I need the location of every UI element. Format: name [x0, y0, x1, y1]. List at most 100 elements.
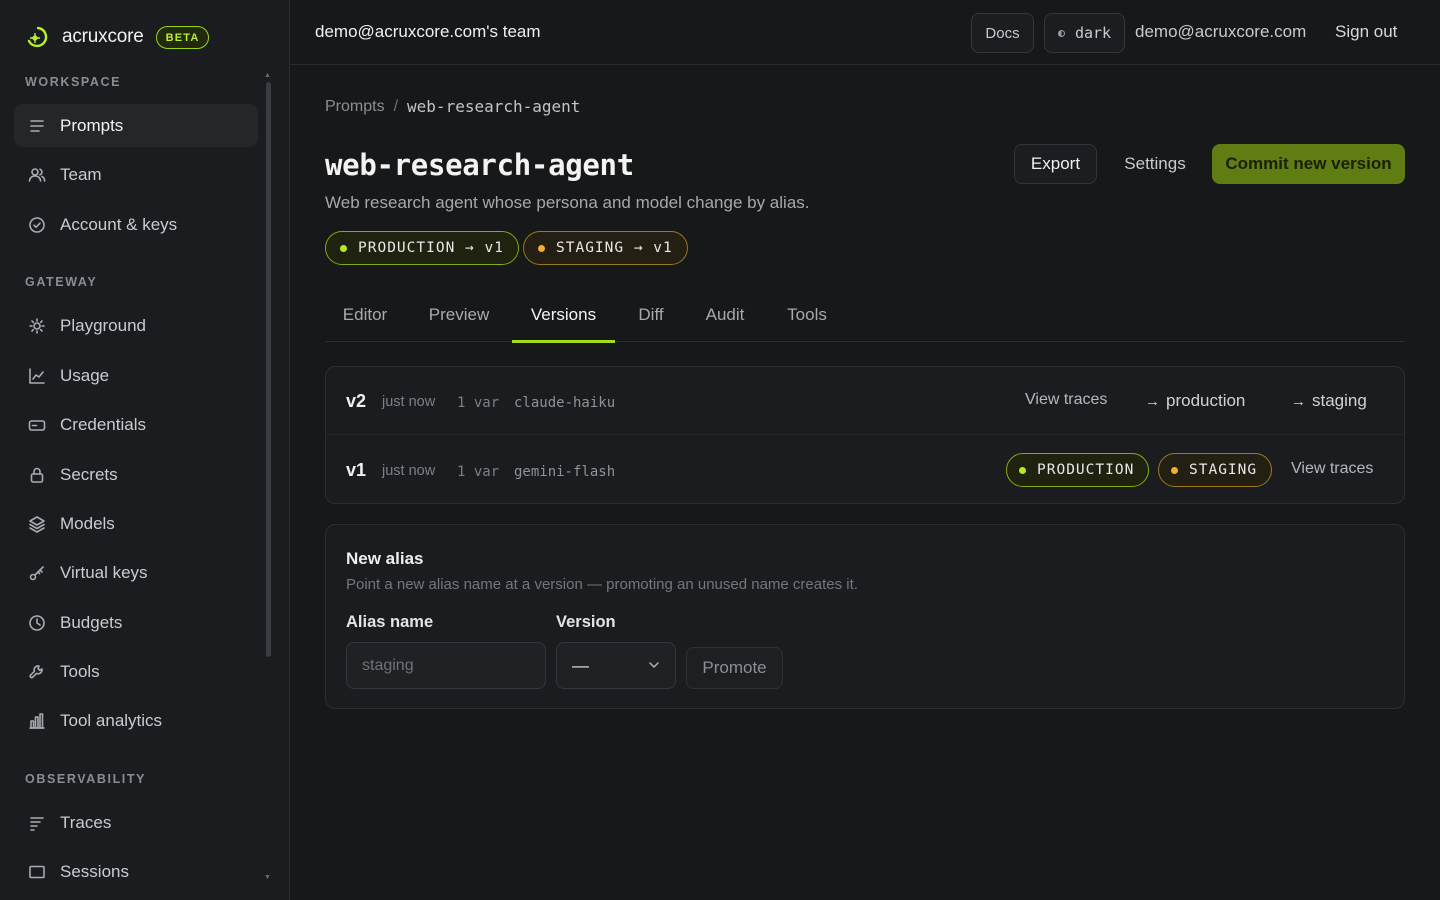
scroll-down-icon[interactable]: ▼ — [264, 874, 271, 881]
status-dot — [1171, 466, 1178, 474]
sun-icon — [28, 317, 46, 335]
sidebar-item-label: Usage — [60, 365, 110, 385]
tab-audit[interactable]: Audit — [694, 288, 756, 342]
sidebar-item-playground[interactable]: Playground — [14, 304, 258, 347]
sidebar: acruxcore BETA WORKSPACE Prompts Team Ac… — [0, 0, 290, 900]
tab-versions[interactable]: Versions — [512, 288, 615, 343]
sidebar-item-traces[interactable]: Traces — [14, 801, 258, 844]
settings-button[interactable]: Settings — [1110, 144, 1200, 184]
alias-staging-pill: STAGING → v1 — [523, 231, 688, 265]
card-icon — [28, 416, 46, 434]
staging-badge: STAGING — [1158, 453, 1273, 487]
version-vars: 1 var — [457, 395, 500, 411]
theme-icon — [1057, 29, 1065, 37]
promote-production-button[interactable]: → production — [1145, 391, 1245, 411]
new-alias-card: New alias Point a new alias name at a ve… — [325, 524, 1405, 709]
version-model: gemini-flash — [514, 464, 616, 480]
check-circle-icon — [28, 216, 46, 234]
production-badge-label: PRODUCTION — [1037, 462, 1135, 478]
key-icon — [28, 564, 46, 582]
team-name[interactable]: demo@acruxcore.com's team — [315, 22, 541, 42]
tab-bar: Editor Preview Versions Diff Audit Tools — [325, 288, 1405, 343]
arrow-right-icon: → — [1145, 392, 1160, 410]
chevron-down-icon — [649, 662, 659, 668]
scroll-up-icon[interactable]: ▲ — [264, 72, 271, 79]
export-button[interactable]: Export — [1014, 144, 1097, 184]
breadcrumb-prompts[interactable]: Prompts — [325, 98, 385, 116]
version-vars: 1 var — [457, 464, 500, 480]
page-title: web-research-agent — [325, 148, 634, 182]
tab-diff[interactable]: Diff — [625, 288, 677, 342]
clock-icon — [28, 614, 46, 632]
tab-editor[interactable]: Editor — [325, 288, 405, 342]
version-label: Version — [556, 613, 616, 631]
version-name: v1 — [346, 460, 367, 480]
status-dot — [340, 244, 347, 252]
version-row-v1: v1 just now 1 var gemini-flash PRODUCTIO… — [326, 436, 1404, 504]
sidebar-item-label: Tools — [60, 661, 100, 681]
versions-list: v2 just now 1 var claude-haiku View trac… — [325, 366, 1405, 504]
version-name: v2 — [346, 391, 367, 411]
docs-button[interactable]: Docs — [971, 13, 1034, 53]
version-time: just now — [382, 463, 436, 479]
promote-staging-button[interactable]: → staging — [1291, 391, 1367, 411]
page-description: Web research agent whose persona and mod… — [325, 193, 810, 212]
sidebar-item-label: Secrets — [60, 464, 118, 484]
sidebar-item-sessions[interactable]: Sessions — [14, 850, 258, 893]
alias-staging-label: STAGING → v1 — [556, 240, 673, 256]
sidebar-item-credentials[interactable]: Credentials — [14, 403, 258, 446]
promote-staging-label: staging — [1312, 391, 1367, 410]
sidebar-item-secrets[interactable]: Secrets — [14, 453, 258, 496]
sidebar-item-label: Budgets — [60, 612, 123, 632]
layers-icon — [28, 515, 46, 533]
status-dot — [538, 244, 545, 252]
sidebar-scrollbar[interactable] — [266, 82, 271, 657]
sidebar-item-label: Account & keys — [60, 214, 178, 234]
sidebar-item-team[interactable]: Team — [14, 153, 258, 196]
sidebar-item-budgets[interactable]: Budgets — [14, 601, 258, 644]
commit-new-version-button[interactable]: Commit new version — [1212, 144, 1405, 184]
promote-production-label: production — [1166, 391, 1246, 410]
staging-badge-label: STAGING — [1189, 462, 1258, 478]
sidebar-item-tools[interactable]: Tools — [14, 650, 258, 693]
sidebar-item-account-keys[interactable]: Account & keys — [14, 203, 258, 246]
breadcrumb: Prompts / web-research-agent — [325, 97, 580, 116]
version-model: claude-haiku — [514, 395, 616, 411]
line-chart-icon — [28, 367, 46, 385]
version-select[interactable]: — — [556, 642, 676, 689]
breadcrumb-current: web-research-agent — [407, 97, 581, 116]
sidebar-item-label: Credentials — [60, 414, 146, 434]
theme-label: dark — [1074, 24, 1112, 42]
signout-button[interactable]: Sign out — [1335, 22, 1397, 42]
sidebar-item-models[interactable]: Models — [14, 502, 258, 545]
sidebar-item-label: Playground — [60, 315, 147, 335]
promote-button[interactable]: Promote — [686, 647, 783, 689]
view-traces-link[interactable]: View traces — [1291, 460, 1373, 478]
theme-toggle[interactable]: dark — [1044, 13, 1125, 53]
wrench-icon — [28, 663, 46, 681]
tab-tools[interactable]: Tools — [775, 288, 839, 342]
sidebar-item-tool-analytics[interactable]: Tool analytics — [14, 699, 258, 742]
alias-name-input[interactable] — [346, 642, 546, 689]
brand-name: acruxcore — [62, 26, 144, 47]
version-row-v2: v2 just now 1 var claude-haiku View trac… — [326, 367, 1404, 435]
alias-name-label: Alias name — [346, 613, 434, 631]
production-badge: PRODUCTION — [1006, 453, 1150, 487]
sidebar-item-label: Sessions — [60, 861, 129, 881]
tab-preview[interactable]: Preview — [415, 288, 503, 342]
user-email[interactable]: demo@acruxcore.com — [1135, 22, 1306, 42]
section-observability: OBSERVABILITY — [25, 772, 147, 786]
view-traces-link[interactable]: View traces — [1025, 391, 1107, 409]
new-alias-title: New alias — [346, 549, 424, 568]
new-alias-subtitle: Point a new alias name at a version — pr… — [346, 576, 858, 593]
sidebar-item-prompts[interactable]: Prompts — [14, 104, 258, 147]
sidebar-item-virtual-keys[interactable]: Virtual keys — [14, 551, 258, 594]
status-dot — [1019, 466, 1026, 474]
window-icon — [28, 863, 46, 881]
sidebar-item-label: Team — [60, 164, 102, 184]
lock-icon — [28, 466, 46, 484]
sidebar-item-usage[interactable]: Usage — [14, 354, 258, 397]
alias-production-label: PRODUCTION → v1 — [358, 240, 504, 256]
breadcrumb-separator: / — [393, 97, 399, 115]
brand[interactable]: acruxcore BETA — [25, 22, 209, 52]
